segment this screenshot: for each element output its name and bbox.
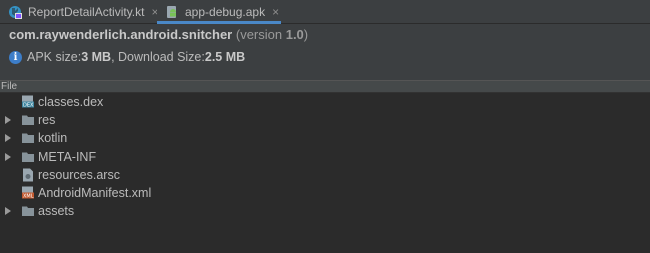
- expand-arrow-icon[interactable]: [5, 152, 11, 161]
- xml-file-icon: XML: [21, 186, 35, 200]
- apk-size-line: i APK size: 3 MB, Download Size: 2.5 MB: [9, 50, 245, 64]
- version-suffix: ): [303, 27, 309, 42]
- tree-item-android-manifest[interactable]: XML AndroidManifest.xml: [0, 184, 650, 202]
- dex-file-icon: DEX: [21, 95, 35, 109]
- arsc-file-icon: [21, 168, 35, 182]
- tree-item-meta-inf[interactable]: META-INF: [0, 148, 650, 166]
- expand-arrow-icon[interactable]: [5, 207, 11, 216]
- tab-label: ReportDetailActivity.kt: [28, 5, 145, 19]
- tab-report-detail-activity[interactable]: ReportDetailActivity.kt ×: [0, 0, 159, 24]
- tree-item-kotlin[interactable]: kotlin: [0, 129, 650, 147]
- file-column-header[interactable]: File: [0, 80, 650, 93]
- tree-item-assets[interactable]: assets: [0, 202, 650, 220]
- apk-file-tree: DEX classes.dex res kotlin META-INF reso…: [0, 93, 650, 220]
- expand-arrow-icon[interactable]: [5, 116, 11, 125]
- apk-analyzer-window: ReportDetailActivity.kt × app-debug.apk …: [0, 0, 650, 253]
- apk-size-label: APK size:: [27, 50, 82, 64]
- tree-item-label: res: [38, 113, 56, 128]
- tree-item-label: META-INF: [38, 149, 97, 164]
- package-name: com.raywenderlich.android.snitcher: [9, 27, 233, 42]
- apk-summary-header: com.raywenderlich.android.snitcher (vers…: [0, 24, 650, 80]
- expand-arrow-icon[interactable]: [5, 134, 11, 143]
- tree-item-classes-dex[interactable]: DEX classes.dex: [0, 93, 650, 111]
- folder-icon: [21, 150, 35, 163]
- folder-icon: [21, 205, 35, 218]
- tree-item-res[interactable]: res: [0, 111, 650, 129]
- close-icon[interactable]: ×: [272, 5, 279, 19]
- version-number: 1.0: [285, 27, 304, 42]
- info-icon: i: [9, 50, 22, 64]
- svg-text:DEX: DEX: [23, 103, 34, 109]
- tree-item-label: assets: [38, 204, 75, 219]
- download-size-value: 2.5 MB: [204, 50, 246, 64]
- tree-item-label: AndroidManifest.xml: [38, 186, 152, 201]
- android-apk-icon: [165, 5, 179, 19]
- package-name-line: com.raywenderlich.android.snitcher (vers…: [9, 27, 308, 42]
- download-size-label: , Download Size:: [111, 50, 205, 64]
- svg-text:XML: XML: [23, 194, 34, 200]
- tree-item-label: classes.dex: [38, 95, 104, 110]
- tab-label: app-debug.apk: [185, 5, 266, 19]
- kotlin-file-icon: [8, 5, 22, 19]
- apk-size-value: 3 MB: [81, 50, 112, 64]
- folder-icon: [21, 114, 35, 127]
- version-prefix: (version: [235, 27, 286, 42]
- folder-icon: [21, 132, 35, 145]
- tree-item-resources-arsc[interactable]: resources.arsc: [0, 166, 650, 184]
- tree-item-label: resources.arsc: [38, 167, 120, 182]
- editor-tab-bar: ReportDetailActivity.kt × app-debug.apk …: [0, 0, 650, 24]
- tab-app-debug-apk[interactable]: app-debug.apk ×: [157, 0, 281, 24]
- tree-item-label: kotlin: [38, 131, 68, 146]
